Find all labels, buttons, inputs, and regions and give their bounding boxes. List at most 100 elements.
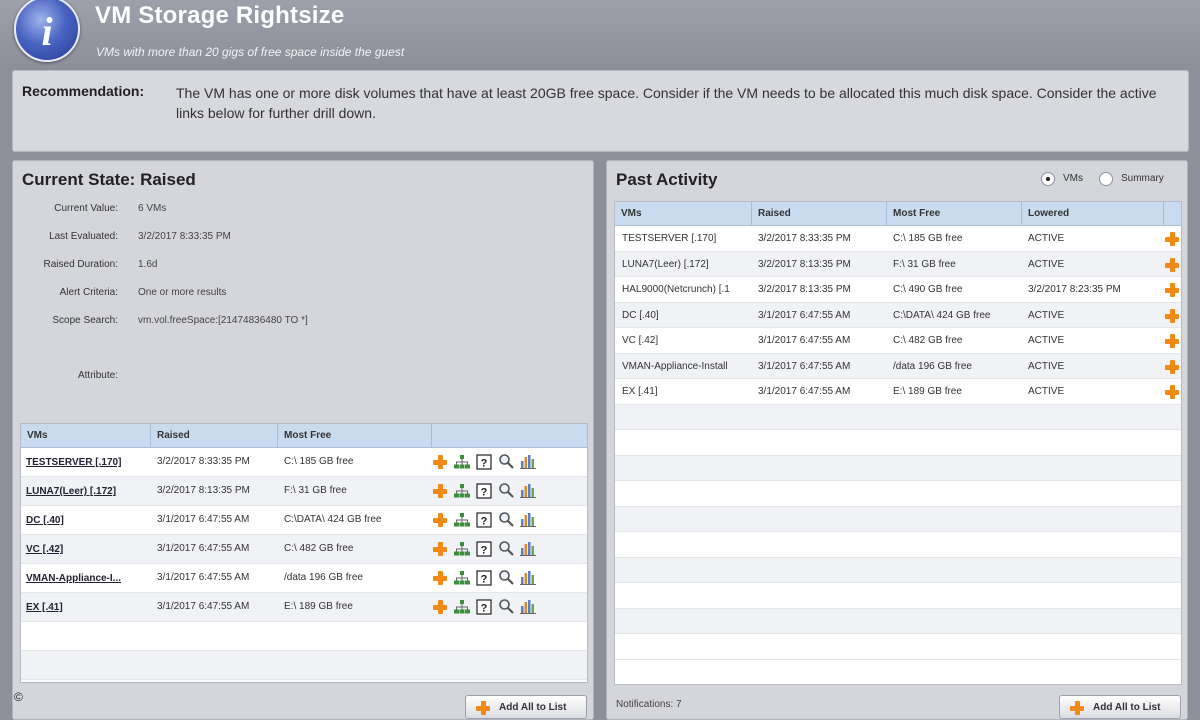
radio-summary[interactable] [1099, 172, 1113, 186]
bar-chart-icon[interactable] [520, 511, 536, 527]
lowered-cell: ACTIVE [1028, 258, 1065, 270]
table-row[interactable]: HAL9000(Netcrunch) [.1 3/2/2017 8:13:35 P… [615, 277, 1181, 303]
magnifier-icon[interactable] [498, 598, 514, 614]
vm-link[interactable]: LUNA7(Leer) [.172] [26, 486, 148, 497]
radio-label-summary[interactable]: Summary [1121, 173, 1164, 184]
bar-chart-icon[interactable] [520, 453, 536, 469]
bar-chart-icon[interactable] [520, 569, 536, 585]
column-header-vms[interactable]: VMs [21, 424, 151, 448]
app-header: i VM Storage Rightsize VMs with more tha… [0, 0, 1200, 70]
table-header: VMs Raised Most Free Lowered [615, 202, 1181, 226]
column-header-vms[interactable]: VMs [615, 202, 752, 226]
plus-icon[interactable] [1164, 384, 1180, 400]
raised-cell: 3/1/2017 6:47:55 AM [758, 309, 851, 321]
column-header-lowered[interactable]: Lowered [1022, 202, 1164, 226]
page-subtitle: VMs with more than 20 gigs of free space… [96, 45, 405, 59]
plus-icon[interactable] [432, 512, 448, 528]
tree-icon[interactable] [454, 542, 470, 556]
copyright-mark: © [14, 690, 23, 704]
most-free-cell: C:\ 185 GB free [284, 456, 354, 467]
table-row[interactable]: DC [.40] 3/1/2017 6:47:55 AM C:\DATA\ 424 … [615, 302, 1181, 328]
table-header: VMs Raised Most Free [21, 424, 587, 448]
recommendation-panel: Recommendation: The VM has one or more d… [12, 70, 1189, 152]
bar-chart-icon[interactable] [520, 598, 536, 614]
plus-icon[interactable] [432, 570, 448, 586]
help-doc-icon[interactable]: ? [476, 599, 492, 615]
add-all-to-list-button[interactable]: Add All to List [465, 695, 587, 719]
tree-icon[interactable] [454, 455, 470, 469]
plus-icon[interactable] [1164, 257, 1180, 273]
column-header-most-free[interactable]: Most Free [278, 424, 432, 448]
table-row[interactable]: VC [.42] 3/1/2017 6:47:55 AM C:\ 482 GB fr… [21, 535, 587, 564]
table-row[interactable]: TESTSERVER [.170] 3/2/2017 8:33:35 PM C:\ … [21, 448, 587, 477]
plus-icon[interactable] [432, 541, 448, 557]
magnifier-icon[interactable] [498, 482, 514, 498]
table-row[interactable]: TESTSERVER [.170] 3/2/2017 8:33:35 PM C:\ … [615, 226, 1181, 252]
plus-icon[interactable] [1164, 231, 1180, 247]
raised-cell: 3/1/2017 6:47:55 AM [157, 514, 250, 525]
plus-icon[interactable] [432, 483, 448, 499]
tree-icon[interactable] [454, 484, 470, 498]
table-row[interactable]: VMAN-Appliance-I... 3/1/2017 6:47:55 AM/d… [21, 564, 587, 593]
help-doc-icon[interactable]: ? [476, 570, 492, 586]
current-state-title: Current State: Raised [22, 170, 196, 189]
table-row[interactable]: VC [.42] 3/1/2017 6:47:55 AM C:\ 482 GB fr… [615, 328, 1181, 354]
bar-chart-icon[interactable] [520, 482, 536, 498]
table-row[interactable]: EX [.41] 3/1/2017 6:47:55 AM E:\ 189 GB fr… [21, 593, 587, 622]
most-free-cell: C:\DATA\ 424 GB free [284, 514, 382, 525]
empty-row [21, 651, 587, 680]
empty-row [21, 622, 587, 651]
help-doc-icon[interactable]: ? [476, 512, 492, 528]
vm-link[interactable]: DC [.40] [26, 515, 148, 526]
magnifier-icon[interactable] [498, 453, 514, 469]
svg-text:?: ? [481, 458, 488, 470]
table-row[interactable]: LUNA7(Leer) [.172] 3/2/2017 8:13:35 PM F:\… [21, 477, 587, 506]
magnifier-icon[interactable] [498, 540, 514, 556]
tree-icon[interactable] [454, 600, 470, 614]
table-row[interactable]: DC [.40] 3/1/2017 6:47:55 AM C:\DATA\ 424 … [21, 506, 587, 535]
plus-icon[interactable] [432, 599, 448, 615]
svg-text:?: ? [481, 545, 488, 557]
vm-link[interactable]: EX [.41] [26, 602, 148, 613]
help-doc-icon[interactable]: ? [476, 454, 492, 470]
add-all-to-list-button[interactable]: Add All to List [1059, 695, 1181, 719]
table-row[interactable]: EX [.41] 3/1/2017 6:47:55 AM E:\ 189 GB fr… [615, 379, 1181, 405]
plus-icon[interactable] [1164, 308, 1180, 324]
tree-icon[interactable] [454, 513, 470, 527]
detail-alert-criteria: Alert Criteria: One or more results [13, 287, 573, 303]
plus-icon[interactable] [432, 454, 448, 470]
help-doc-icon[interactable]: ? [476, 483, 492, 499]
plus-icon [475, 700, 491, 716]
plus-icon[interactable] [1164, 359, 1180, 375]
button-label: Add All to List [499, 702, 567, 713]
detail-attribute: Attribute: [13, 370, 573, 386]
button-label: Add All to List [1093, 702, 1161, 713]
magnifier-icon[interactable] [498, 511, 514, 527]
tree-icon[interactable] [454, 571, 470, 585]
vm-link[interactable]: TESTSERVER [.170] [26, 457, 148, 468]
radio-vms[interactable] [1041, 172, 1055, 186]
bar-chart-icon[interactable] [520, 540, 536, 556]
vm-link[interactable]: VC [.42] [26, 544, 148, 555]
svg-text:?: ? [481, 516, 488, 528]
plus-icon[interactable] [1164, 333, 1180, 349]
vm-link[interactable]: VMAN-Appliance-I... [26, 573, 148, 584]
detail-last-evaluated: Last Evaluated: 3/2/2017 8:33:35 PM [13, 231, 573, 247]
empty-row [615, 583, 1181, 609]
most-free-cell: C:\ 185 GB free [893, 233, 963, 244]
lowered-cell: ACTIVE [1028, 233, 1065, 244]
column-header-raised[interactable]: Raised [151, 424, 278, 448]
magnifier-icon[interactable] [498, 569, 514, 585]
column-header-most-free[interactable]: Most Free [887, 202, 1022, 226]
lowered-cell: ACTIVE [1028, 335, 1065, 346]
plus-icon[interactable] [1164, 282, 1180, 298]
lowered-cell: ACTIVE [1028, 386, 1065, 397]
column-header-raised[interactable]: Raised [752, 202, 887, 226]
radio-label-vms[interactable]: VMs [1063, 173, 1083, 184]
table-row[interactable]: VMAN-Appliance-Install 3/1/2017 6:47:55 A… [615, 353, 1181, 379]
raised-cell: 3/1/2017 6:47:55 AM [758, 386, 851, 397]
detail-value: vm.vol.freeSpace:[21474836480 TO *] [138, 315, 308, 326]
help-doc-icon[interactable]: ? [476, 541, 492, 557]
table-row[interactable]: LUNA7(Leer) [.172] 3/2/2017 8:13:35 PM F:\… [615, 251, 1181, 277]
vm-cell: LUNA7(Leer) [.172] [622, 258, 709, 270]
